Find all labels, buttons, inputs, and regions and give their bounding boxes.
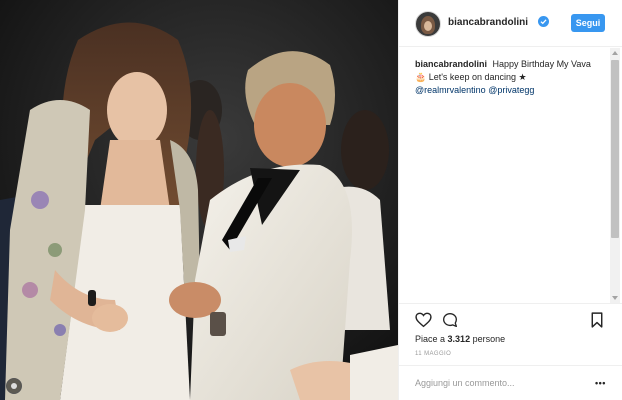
- post-actions: [399, 303, 622, 333]
- verified-badge-icon: [538, 16, 549, 27]
- post-side-panel: biancabrandolini Segui biancabrandolini …: [398, 0, 622, 400]
- likes-count[interactable]: Piace a 3.312 persone: [415, 334, 505, 344]
- mention-link-privategg[interactable]: @privategg: [488, 85, 534, 95]
- scrollbar-thumb[interactable]: [611, 60, 619, 238]
- caption-text-line1: Happy Birthday My Vava: [492, 59, 591, 69]
- likes-suffix: persone: [472, 334, 506, 344]
- comment-icon[interactable]: [442, 312, 458, 328]
- avatar[interactable]: [415, 11, 441, 37]
- comment-input[interactable]: [415, 375, 575, 391]
- comment-bar: •••: [399, 365, 622, 400]
- mention-link-realmrvalentino[interactable]: @realmrvalentino: [415, 85, 486, 95]
- more-options-icon[interactable]: •••: [595, 378, 607, 388]
- post-header: biancabrandolini Segui: [399, 0, 622, 47]
- post-photo[interactable]: [0, 0, 398, 400]
- caption-author-link[interactable]: biancabrandolini: [415, 59, 487, 69]
- post-caption: biancabrandolini Happy Birthday My Vava …: [415, 58, 611, 97]
- likes-number: 3.312: [447, 334, 471, 344]
- follow-button[interactable]: Segui: [571, 14, 605, 32]
- bookmark-icon[interactable]: [591, 312, 603, 328]
- comments-scrollbar[interactable]: [610, 48, 620, 303]
- caption-text-line2: 🎂 Let's keep on dancing ★: [415, 72, 527, 82]
- likes-prefix: Piace a: [415, 334, 446, 344]
- scroll-down-arrow-icon[interactable]: [612, 296, 618, 300]
- post-date[interactable]: 11 MAGGIO: [415, 351, 451, 357]
- photo-illustration: [0, 0, 398, 400]
- username-link[interactable]: biancabrandolini: [448, 17, 528, 28]
- scroll-up-arrow-icon[interactable]: [612, 51, 618, 55]
- user-tag-icon[interactable]: [6, 378, 22, 394]
- heart-icon[interactable]: [415, 312, 432, 328]
